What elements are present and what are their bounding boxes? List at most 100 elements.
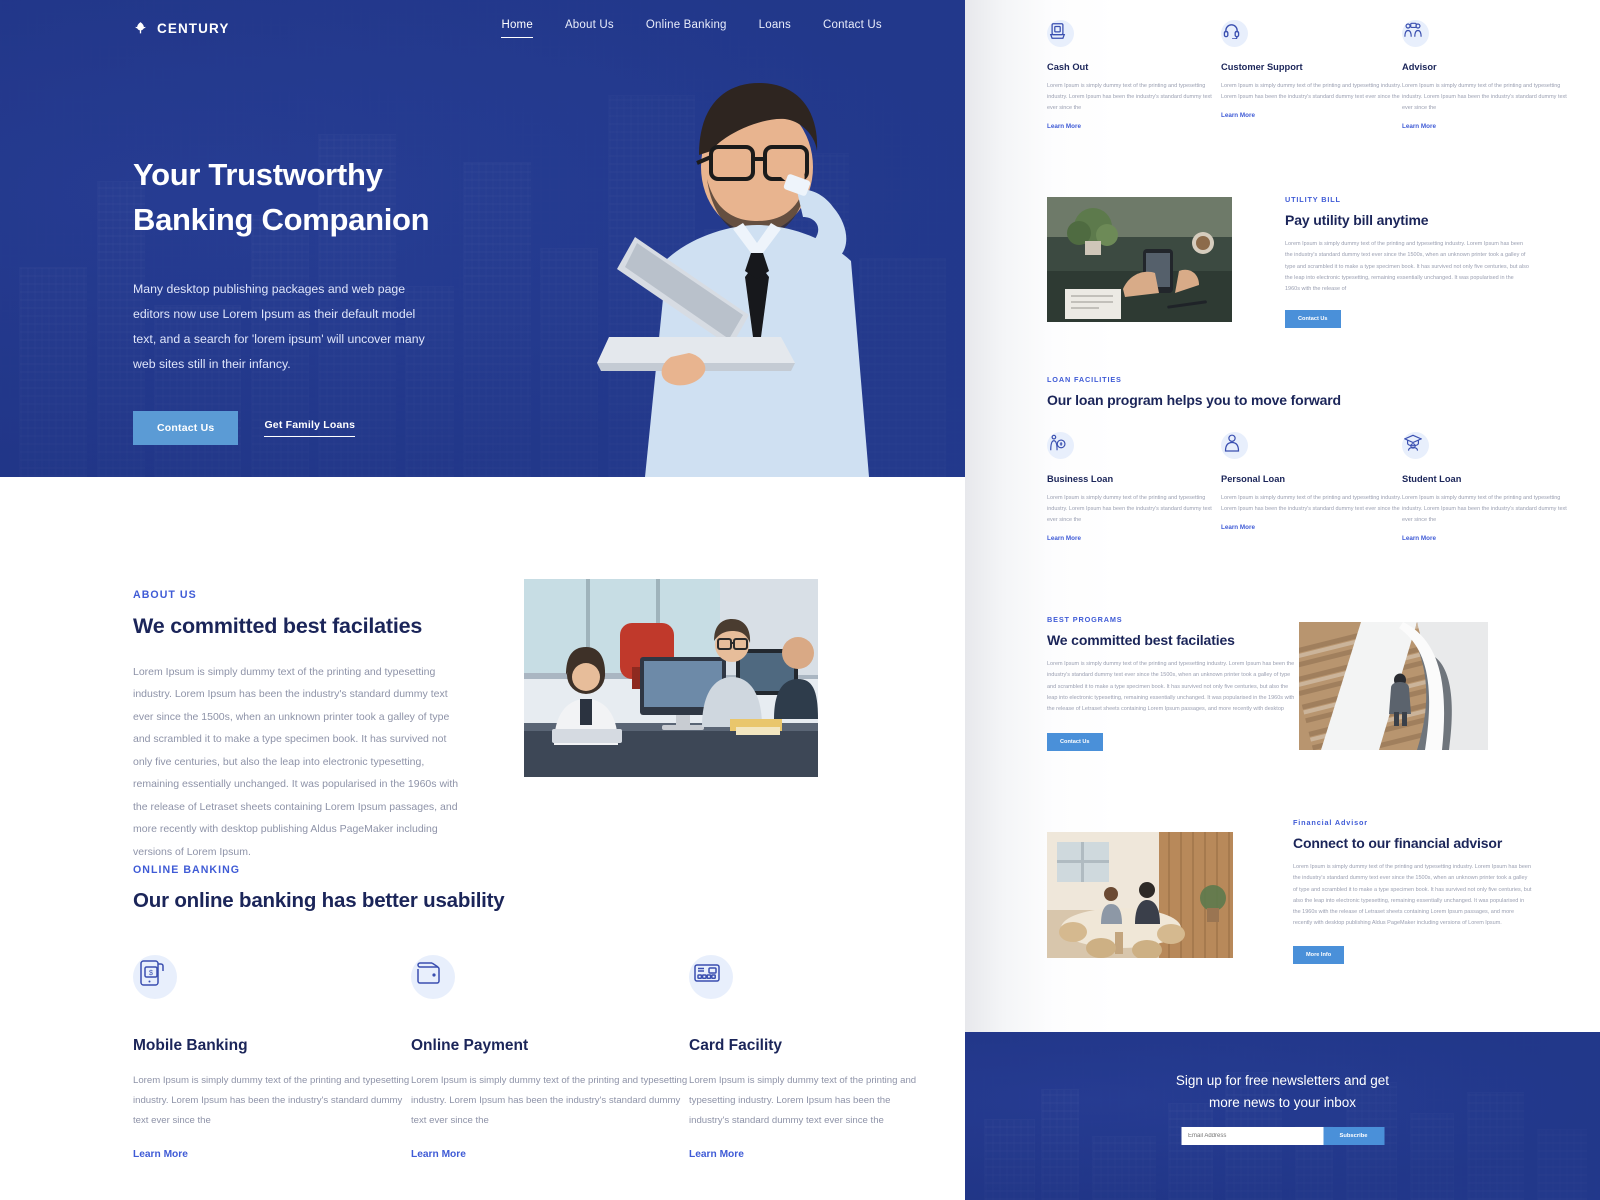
feature-title: Mobile Banking <box>133 1037 248 1054</box>
feature-card-online-payment: Online Payment Lorem Ipsum is simply dum… <box>411 955 689 1162</box>
utility-bill-eyebrow: UTILITY BILL <box>1285 195 1341 204</box>
online-banking-head: ONLINE BANKING Our online banking has be… <box>133 864 833 913</box>
online-banking-features: $ Mobile Banking Lorem Ipsum is simply d… <box>133 955 923 1162</box>
loan-facilities-head: LOAN FACILITIES Our loan program helps y… <box>1047 375 1487 408</box>
loan-body: Lorem Ipsum is simply dummy text of the … <box>1402 495 1567 523</box>
newsletter-email-input[interactable] <box>1181 1127 1323 1145</box>
feature-learn-more-link[interactable]: Learn More <box>689 1149 744 1160</box>
loan-learn-more-link[interactable]: Learn More <box>1047 535 1081 542</box>
utility-bill-title: Pay utility bill anytime <box>1285 212 1429 228</box>
hero-section: CENTURY Home About Us Online Banking Loa… <box>0 0 965 477</box>
hero-title-line-1: Your Trustworthy <box>133 157 383 192</box>
feature-card-card-facility: Card Facility Lorem Ipsum is simply dumm… <box>689 955 923 1162</box>
hero-contact-us-button[interactable]: Contact Us <box>133 411 239 446</box>
left-page-column: CENTURY Home About Us Online Banking Loa… <box>0 0 965 1200</box>
feature-body: Lorem Ipsum is simply dummy text of the … <box>133 1075 410 1127</box>
svg-text:$: $ <box>149 970 153 977</box>
feature-learn-more-link[interactable]: Learn More <box>411 1149 466 1160</box>
brand-logo[interactable]: CENTURY <box>133 21 229 36</box>
about-eyebrow: ABOUT US <box>133 589 197 601</box>
best-programs-contact-us-button[interactable]: Contact Us <box>1047 733 1103 752</box>
loan-body: Lorem Ipsum is simply dummy text of the … <box>1047 495 1212 523</box>
about-body: Lorem Ipsum is simply dummy text of the … <box>133 666 459 858</box>
service-card-cash-out: Cash Out Lorem Ipsum is simply dummy tex… <box>1047 20 1221 133</box>
atm-icon <box>1047 20 1074 47</box>
loan-learn-more-link[interactable]: Learn More <box>1402 535 1436 542</box>
service-learn-more-link[interactable]: Learn More <box>1221 112 1255 119</box>
loan-title: Business Loan <box>1047 474 1114 484</box>
best-programs-copy: BEST PROGRAMS We committed best facilati… <box>1047 615 1297 752</box>
loan-card-business-loan: Business Loan Lorem Ipsum is simply dumm… <box>1047 432 1221 545</box>
loan-card-student-loan: Student Loan Lorem Ipsum is simply dummy… <box>1402 432 1567 545</box>
feature-body: Lorem Ipsum is simply dummy text of the … <box>411 1075 688 1127</box>
loan-body: Lorem Ipsum is simply dummy text of the … <box>1221 495 1402 512</box>
nav-item-online-banking[interactable]: Online Banking <box>646 19 727 37</box>
feature-learn-more-link[interactable]: Learn More <box>133 1149 188 1160</box>
service-title: Cash Out <box>1047 62 1089 72</box>
feature-title: Card Facility <box>689 1037 783 1054</box>
mobile-banking-icon: $ <box>133 955 177 999</box>
nav-item-about-us[interactable]: About Us <box>565 19 614 37</box>
business-loan-icon <box>1047 432 1074 459</box>
loan-facilities-eyebrow: LOAN FACILITIES <box>1047 375 1122 384</box>
hero-title-line-2: Banking Companion <box>133 202 430 238</box>
utility-bill-photo <box>1047 197 1232 322</box>
service-body: Lorem Ipsum is simply dummy text of the … <box>1047 83 1212 111</box>
advisor-icon <box>1402 20 1429 47</box>
services-row: Cash Out Lorem Ipsum is simply dummy tex… <box>1047 20 1567 133</box>
utility-bill-body: Lorem Ipsum is simply dummy text of the … <box>1285 241 1529 293</box>
best-programs-eyebrow: BEST PROGRAMS <box>1047 615 1123 624</box>
loan-card-personal-loan: Personal Loan Lorem Ipsum is simply dumm… <box>1221 432 1402 545</box>
brand-name: CENTURY <box>157 20 230 36</box>
service-card-advisor: Advisor Lorem Ipsum is simply dummy text… <box>1402 20 1567 133</box>
online-banking-eyebrow: ONLINE BANKING <box>133 864 241 876</box>
financial-advisor-more-info-button[interactable]: More Info <box>1293 945 1345 964</box>
right-page-column: Cash Out Lorem Ipsum is simply dummy tex… <box>965 0 1600 1200</box>
financial-advisor-eyebrow: Financial Advisor <box>1293 818 1369 827</box>
feature-card-mobile-banking: $ Mobile Banking Lorem Ipsum is simply d… <box>133 955 411 1162</box>
about-section: ABOUT US We committed best facilaties Lo… <box>0 477 965 858</box>
financial-advisor-copy: Financial Advisor Connect to our financi… <box>1293 818 1533 964</box>
feature-body: Lorem Ipsum is simply dummy text of the … <box>689 1075 917 1127</box>
financial-advisor-photo <box>1047 832 1233 958</box>
newsletter-subscribe-button[interactable]: Subscribe <box>1323 1127 1384 1145</box>
service-learn-more-link[interactable]: Learn More <box>1402 123 1436 130</box>
best-programs-photo <box>1299 622 1488 750</box>
financial-advisor-title: Connect to our financial advisor <box>1293 835 1503 851</box>
hero-content: Your Trustworthy Banking Companion Many … <box>133 152 553 446</box>
utility-bill-contact-us-button[interactable]: Contact Us <box>1285 310 1341 329</box>
loan-facilities-title: Our loan program helps you to move forwa… <box>1047 392 1341 408</box>
about-copy: ABOUT US We committed best facilaties Lo… <box>133 589 463 863</box>
about-photo <box>524 579 818 777</box>
nav-item-home[interactable]: Home <box>501 19 533 38</box>
hero-title: Your Trustworthy Banking Companion <box>133 152 553 243</box>
loan-title: Student Loan <box>1402 474 1462 484</box>
personal-loan-icon <box>1221 432 1248 459</box>
feature-title: Online Payment <box>411 1037 529 1054</box>
online-banking-title: Our online banking has better usability <box>133 889 505 912</box>
nav-item-loans[interactable]: Loans <box>759 19 791 37</box>
best-programs-title: We committed best facilaties <box>1047 632 1235 648</box>
newsletter-form: Subscribe <box>1181 1127 1384 1145</box>
loan-learn-more-link[interactable]: Learn More <box>1221 524 1255 531</box>
top-navigation: CENTURY Home About Us Online Banking Loa… <box>0 0 965 56</box>
newsletter-overlay <box>965 1032 1600 1200</box>
nav-item-contact-us[interactable]: Contact Us <box>823 19 882 37</box>
service-learn-more-link[interactable]: Learn More <box>1047 123 1081 130</box>
wallet-icon <box>411 955 455 999</box>
newsletter-title-line-1: Sign up for free newsletters and get <box>1175 1073 1390 1088</box>
headset-icon <box>1221 20 1248 47</box>
student-loan-icon <box>1402 432 1429 459</box>
loan-facilities-row: Business Loan Lorem Ipsum is simply dumm… <box>1047 432 1567 545</box>
newsletter-title-line-2: more news to your inbox <box>1208 1094 1357 1110</box>
hero-actions: Contact Us Get Family Loans <box>133 411 553 446</box>
financial-advisor-body: Lorem Ipsum is simply dummy text of the … <box>1293 864 1532 927</box>
hero-person-photo <box>485 47 955 477</box>
hero-get-family-loans-link[interactable]: Get Family Loans <box>264 419 356 438</box>
service-body: Lorem Ipsum is simply dummy text of the … <box>1221 83 1402 100</box>
nav-links: Home About Us Online Banking Loans Conta… <box>501 19 882 38</box>
about-title: We committed best facilaties <box>133 614 423 638</box>
newsletter-section: Sign up for free newsletters and get mor… <box>965 1032 1600 1200</box>
utility-bill-copy: UTILITY BILL Pay utility bill anytime Lo… <box>1285 195 1529 329</box>
loan-title: Personal Loan <box>1221 474 1286 484</box>
